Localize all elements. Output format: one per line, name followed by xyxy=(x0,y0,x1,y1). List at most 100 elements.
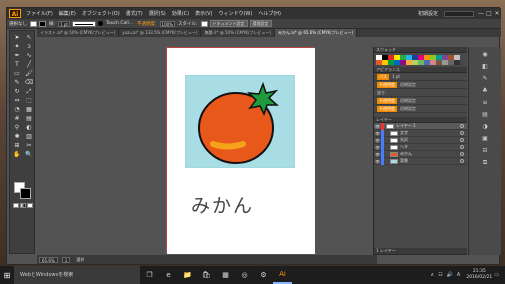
color-panel-icon[interactable]: ◉ xyxy=(481,51,489,59)
menu-type[interactable]: 書式(T) xyxy=(123,10,146,17)
graphic-styles-icon[interactable]: ▣ xyxy=(481,135,489,143)
action-center-icon[interactable]: ▭ xyxy=(494,272,499,278)
paintbrush-tool-icon[interactable]: 🖌 xyxy=(23,69,35,78)
gradient-mode-button[interactable] xyxy=(20,203,26,208)
pencil-tool-icon[interactable]: ✎ xyxy=(11,78,23,87)
eye-icon[interactable]: 👁 xyxy=(374,138,381,143)
network-icon[interactable]: ☷ xyxy=(438,272,442,278)
swatch[interactable] xyxy=(454,60,460,65)
clock[interactable]: 21:35 2016/02/21 xyxy=(466,269,492,281)
fill-color-control[interactable] xyxy=(30,20,37,27)
transparency-panel-icon[interactable]: ◑ xyxy=(481,123,489,131)
tab-illust[interactable]: イラスト.ai* @ 50% (CMYK/プレビュー) xyxy=(37,29,120,37)
line-tool-icon[interactable]: ╱ xyxy=(23,60,35,69)
tray-up-arrow-icon[interactable]: ∧ xyxy=(431,272,435,278)
none-mode-button[interactable] xyxy=(27,203,33,208)
mikan-illustration[interactable] xyxy=(185,75,295,168)
eye-icon[interactable]: 👁 xyxy=(374,124,381,129)
eye-icon[interactable]: 👁 xyxy=(374,145,381,150)
file-explorer-icon[interactable]: 📁 xyxy=(178,266,197,284)
stroke-panel-icon[interactable]: ≡ xyxy=(481,99,489,107)
store-icon[interactable]: 🛍 xyxy=(197,266,216,284)
menu-edit[interactable]: 編集(E) xyxy=(56,10,79,17)
layer-row[interactable]: 👁 レイヤー 1 xyxy=(374,122,467,130)
shape-builder-tool-icon[interactable]: ◔ xyxy=(11,105,23,114)
symbol-sprayer-tool-icon[interactable]: ✺ xyxy=(11,132,23,141)
ime-icon[interactable]: A xyxy=(457,272,460,278)
tab-untitled[interactable]: 無題-1* @ 50% (CMYK/プレビュー) xyxy=(201,29,275,37)
artboard[interactable]: みかん xyxy=(166,47,315,254)
zoom-tool-icon[interactable]: 🔍 xyxy=(23,150,35,159)
appearance-row[interactable]: 不透明度 初期設定 xyxy=(374,105,467,113)
menu-window[interactable]: ウィンドウ(W) xyxy=(215,10,255,17)
document-setup-button[interactable]: ドキュメント設定 xyxy=(209,20,248,27)
appearance-row[interactable]: 塗り: xyxy=(374,89,467,97)
curvature-tool-icon[interactable]: ∿ xyxy=(23,51,35,60)
menu-file[interactable]: ファイル(F) xyxy=(23,10,56,17)
gradient-panel-icon[interactable]: ▤ xyxy=(481,111,489,119)
rectangle-tool-icon[interactable]: ▭ xyxy=(11,69,23,78)
appearance-row[interactable]: 不透明度 初期設定 xyxy=(374,97,467,105)
slice-tool-icon[interactable]: ✂ xyxy=(23,141,35,150)
appearance-row[interactable]: 不透明度 初期設定 xyxy=(374,81,467,89)
calculator-icon[interactable]: ▦ xyxy=(216,266,235,284)
width-tool-icon[interactable]: ⇔ xyxy=(11,96,23,105)
variable-width-profile[interactable] xyxy=(71,20,96,27)
scale-tool-icon[interactable]: ⤢ xyxy=(23,87,35,96)
zoom-field[interactable]: 65.6% xyxy=(39,256,58,263)
appearance-row[interactable]: パス 1 pt xyxy=(374,73,467,81)
artboard-tool-icon[interactable]: ⊞ xyxy=(11,141,23,150)
free-transform-tool-icon[interactable]: ⬚ xyxy=(23,96,35,105)
artboard-number-field[interactable]: 1 xyxy=(61,256,71,263)
layer-row[interactable]: 👁 ヘタ xyxy=(374,143,467,151)
align-panel-icon[interactable]: ⊟ xyxy=(481,147,489,155)
eye-icon[interactable]: 👁 xyxy=(374,152,381,157)
taskbar-search-input[interactable]: WebとWindowsを検索 xyxy=(14,266,140,284)
symbols-panel-icon[interactable]: ♣ xyxy=(481,87,489,95)
workspace-switcher[interactable]: 初期設定 xyxy=(415,10,441,17)
opacity-label[interactable]: 不透明度: xyxy=(135,21,159,27)
layer-row[interactable]: 👁 文字 xyxy=(374,129,467,137)
lasso-tool-icon[interactable]: ↄ xyxy=(23,42,35,51)
pen-tool-icon[interactable]: ✒ xyxy=(11,51,23,60)
chrome-icon[interactable]: ◎ xyxy=(235,266,254,284)
eyedropper-tool-icon[interactable]: ⚲ xyxy=(11,123,23,132)
menu-effect[interactable]: 効果(C) xyxy=(169,10,192,17)
help-search-input[interactable] xyxy=(444,10,474,17)
volume-icon[interactable]: 🔊 xyxy=(447,272,453,278)
selection-tool-icon[interactable]: ➤ xyxy=(11,33,23,42)
mesh-tool-icon[interactable]: # xyxy=(11,114,23,123)
task-view-icon[interactable]: ❐ xyxy=(140,266,159,284)
blend-tool-icon[interactable]: ◐ xyxy=(23,123,35,132)
settings-icon[interactable]: ⚙ xyxy=(254,266,273,284)
windows-start-icon[interactable]: ⊞ xyxy=(0,266,14,284)
rotate-tool-icon[interactable]: ↻ xyxy=(11,87,23,96)
menu-view[interactable]: 表示(V) xyxy=(192,10,215,17)
illustrator-taskbar-icon[interactable]: Ai xyxy=(273,266,292,284)
magic-wand-tool-icon[interactable]: ✦ xyxy=(11,42,23,51)
gradient-tool-icon[interactable]: ▤ xyxy=(23,114,35,123)
stroke-swatch[interactable] xyxy=(20,188,31,199)
brushes-panel-icon[interactable]: ✎ xyxy=(481,75,489,83)
layer-row[interactable]: 👁 みかん xyxy=(374,150,467,158)
opacity-field[interactable]: 100% xyxy=(159,20,175,27)
direct-selection-tool-icon[interactable]: ↖ xyxy=(23,33,35,42)
stroke-color-control[interactable] xyxy=(39,20,46,27)
maximize-button[interactable]: □ xyxy=(485,10,493,17)
status-tool-text[interactable]: 選択 xyxy=(76,257,84,263)
stroke-weight-field[interactable]: 1 pt xyxy=(58,20,70,27)
menu-help[interactable]: ヘルプ(H) xyxy=(255,10,284,17)
hand-tool-icon[interactable]: ✋ xyxy=(11,150,23,159)
preferences-button[interactable]: 環境設定 xyxy=(249,20,272,27)
menu-select[interactable]: 選択(S) xyxy=(146,10,169,17)
eye-icon[interactable]: 👁 xyxy=(374,131,381,136)
minimize-button[interactable]: — xyxy=(477,10,485,17)
brush-definition[interactable]: Touch Call... xyxy=(104,21,135,26)
menu-object[interactable]: オブジェクト(O) xyxy=(79,10,123,17)
eye-icon[interactable]: 👁 xyxy=(374,159,381,164)
perspective-grid-tool-icon[interactable]: ▦ xyxy=(23,105,35,114)
type-tool-icon[interactable]: T xyxy=(11,60,23,69)
color-guide-icon[interactable]: ◧ xyxy=(481,63,489,71)
close-button[interactable]: ✕ xyxy=(493,10,501,17)
tab-yuzu[interactable]: yuzu.ai* @ 133.5% (CMYK/プレビュー) xyxy=(119,29,202,37)
